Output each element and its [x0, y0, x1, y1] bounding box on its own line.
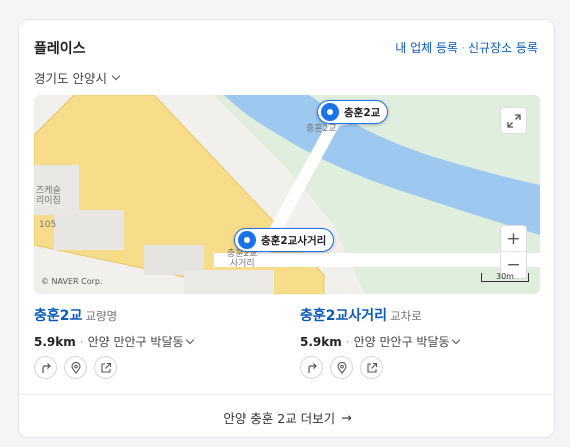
register-new-place-link[interactable]: 신규장소 등록 [468, 41, 538, 55]
map-label-number: 105 [39, 220, 57, 230]
directions-icon [41, 362, 51, 373]
pin-label: 충훈2교사거리 [261, 234, 327, 247]
place-actions [34, 356, 117, 379]
place-address[interactable]: 안양 만안구 박달동 [88, 333, 184, 350]
chevron-down-icon[interactable] [185, 335, 194, 345]
show-more-label: 안양 충훈 2교 더보기 [223, 410, 336, 426]
place-name-link[interactable]: 충훈2교사거리 [300, 308, 387, 324]
arrow-right-icon: → [341, 409, 352, 425]
register-business-link[interactable]: 내 업체 등록 [395, 41, 458, 55]
region-label: 경기도 안양시 [34, 71, 107, 86]
place-name-link[interactable]: 충훈2교 [34, 308, 82, 324]
map-view[interactable]: 충훈2교 충훈2교 사거리 즈케슬 리이짐 105 충훈2교 충훈2교사거리 +… [34, 95, 540, 294]
directions-button[interactable] [34, 356, 57, 379]
location-pin-icon [336, 361, 347, 374]
map-label-bridge: 충훈2교 [306, 124, 337, 134]
chevron-down-icon[interactable] [451, 335, 460, 345]
map-background [34, 95, 540, 294]
map-label-intersection: 충훈2교 사거리 [227, 249, 258, 269]
place-info: 5.9km · 안양 만안구 박달동 [300, 333, 540, 350]
zoom-in-button[interactable]: + [501, 226, 526, 253]
map-label-building: 즈케슬 리이짐 [36, 186, 61, 206]
place-category: 교차로 [390, 309, 422, 323]
expand-icon [506, 113, 521, 128]
header-links: 내 업체 등록 · 신규장소 등록 [395, 39, 538, 56]
share-button[interactable] [360, 356, 383, 379]
location-button[interactable] [64, 356, 87, 379]
region-selector[interactable]: 경기도 안양시 [34, 68, 121, 87]
place-card: 플레이스 내 업체 등록 · 신규장소 등록 경기도 안양시 충훈2교 충훈2교… [18, 19, 555, 438]
share-icon [366, 362, 377, 373]
place-actions [300, 356, 383, 379]
section-title: 플레이스 [34, 41, 86, 57]
map-copyright: © NAVER Corp. [41, 277, 103, 286]
place-item: 충훈2교 교량명 5.9km · 안양 만안구 박달동 [34, 305, 274, 350]
show-more-button[interactable]: 안양 충훈 2교 더보기 → [19, 394, 554, 437]
share-icon [100, 362, 111, 373]
place-info: 5.9km · 안양 만안구 박달동 [34, 333, 274, 350]
directions-icon [307, 362, 317, 373]
share-button[interactable] [94, 356, 117, 379]
place-category: 교량명 [85, 309, 118, 323]
location-pin-icon [321, 103, 339, 121]
location-button[interactable] [330, 356, 353, 379]
link-separator: · [461, 41, 465, 55]
map-scale: 30m [481, 273, 529, 282]
chevron-down-icon [111, 71, 121, 81]
location-pin-icon [70, 361, 81, 374]
map-pin-bridge[interactable]: 충훈2교 [317, 100, 389, 124]
location-pin-icon [238, 231, 256, 249]
place-distance: 5.9km [34, 334, 76, 349]
place-distance: 5.9km [300, 334, 342, 349]
pin-label: 충훈2교 [344, 106, 381, 119]
zoom-control: + − [500, 225, 527, 279]
directions-button[interactable] [300, 356, 323, 379]
expand-map-button[interactable] [500, 107, 527, 134]
place-address[interactable]: 안양 만안구 박달동 [354, 333, 450, 350]
place-item: 충훈2교사거리 교차로 5.9km · 안양 만안구 박달동 [300, 305, 540, 350]
map-pin-intersection[interactable]: 충훈2교사거리 [234, 228, 335, 252]
